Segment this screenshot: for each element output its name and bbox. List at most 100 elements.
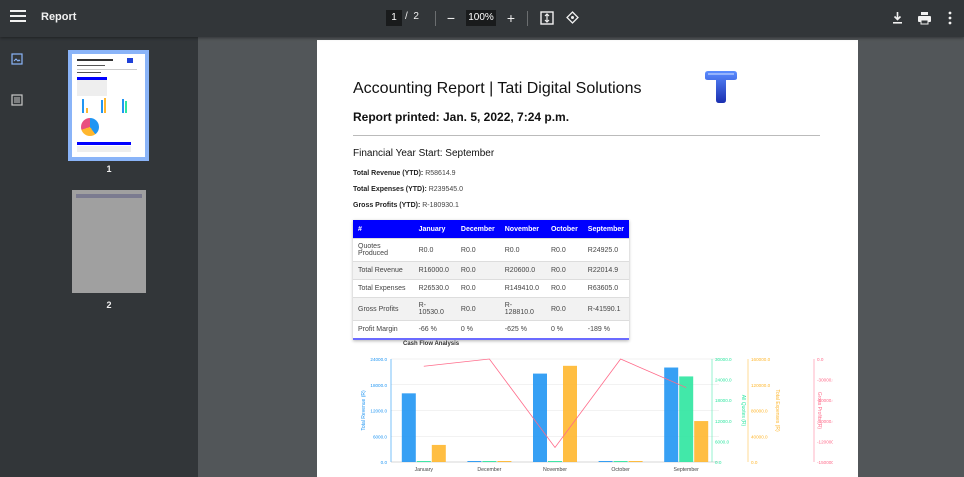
fit-page-icon[interactable] — [540, 11, 554, 25]
table-cell: R0.0 — [455, 279, 500, 298]
bar — [533, 373, 547, 462]
toolbar-divider — [527, 11, 528, 26]
total-revenue-summary: Total Revenue (YTD): R58614.9 — [353, 170, 456, 177]
page-thumbnail-1[interactable] — [68, 50, 149, 161]
report-printed-date: Report printed: Jan. 5, 2022, 7:24 p.m. — [353, 110, 570, 124]
x-tick-label: October — [611, 467, 630, 473]
column-header: October — [545, 220, 583, 239]
menu-icon[interactable] — [10, 10, 26, 26]
table-cell: R24925.0 — [582, 238, 629, 262]
bar — [628, 461, 643, 462]
bar — [694, 421, 709, 462]
x-tick-label: September — [674, 467, 700, 473]
table-cell: R0.0 — [455, 297, 500, 321]
more-options-icon[interactable] — [947, 11, 953, 25]
table-cell: R0.0 — [455, 238, 500, 262]
table-cell: R-10530.0 — [413, 297, 456, 321]
axis-title: Total Revenue (R) — [361, 390, 367, 431]
pdf-toolbar: Report 1 / 2 − 100% + — [0, 0, 964, 37]
axis-tick-label: 160000.0 — [751, 357, 771, 362]
thumbnail-page-preview — [76, 194, 142, 198]
zoom-in-button[interactable]: + — [503, 10, 519, 26]
company-logo — [705, 71, 737, 103]
table-cell: R0.0 — [413, 238, 456, 262]
axis-tick-label: 6000.0 — [715, 439, 729, 444]
axis-tick-label: 0.0 — [817, 357, 824, 362]
bar — [467, 461, 482, 462]
axis-title: Total Expenses (R) — [774, 389, 780, 432]
bar — [563, 365, 577, 462]
thumbnail-label: 1 — [106, 164, 112, 174]
page-number-input[interactable]: 1 — [386, 10, 402, 26]
cash-flow-chart: Cash Flow Analysis 24000.0 18000.0 12000.0 6… — [361, 341, 833, 473]
divider — [353, 135, 820, 136]
total-expenses-summary: Total Expenses (YTD): R239545.0 — [353, 186, 463, 193]
series-line — [423, 358, 687, 449]
axis-tick-label: 6000.0 — [373, 434, 387, 439]
bar — [431, 444, 446, 462]
bar — [598, 461, 613, 462]
document-title: Report — [41, 11, 77, 23]
outline-view-icon[interactable] — [11, 94, 23, 106]
bar — [613, 461, 628, 462]
table-cell: R149410.0 — [499, 279, 546, 298]
axis-tick-label: 24000.0 — [370, 357, 387, 362]
table-cell: Total Expenses — [353, 279, 414, 298]
table-cell: Gross Profits — [353, 297, 414, 321]
axis-title: Gross Profits (R) — [816, 392, 822, 430]
axis-tick-label: 18000.0 — [370, 383, 387, 388]
axis-tick-label: -120000.0 — [817, 439, 833, 444]
chart-title: Cash Flow Analysis — [403, 341, 460, 347]
axis-tick-label: 24000.0 — [715, 378, 732, 383]
toolbar-divider — [435, 11, 436, 26]
financial-year-heading: Financial Year Start: September — [353, 148, 495, 159]
table-cell: R-41590.1 — [582, 297, 629, 321]
axis-tick-label: 0.0 — [381, 460, 388, 465]
pdf-page: Accounting Report | Tati Digital Solutio… — [317, 40, 858, 477]
table-cell: R20600.0 — [499, 261, 546, 280]
thumbnail-label: 2 — [106, 300, 112, 310]
axis-tick-label: 40000.0 — [751, 434, 768, 439]
table-row: Gross Profits R-10530.0 R0.0 R-128810.0 R0.0… — [353, 297, 629, 321]
table-cell: Quotes Produced — [353, 238, 414, 262]
zoom-level-input[interactable]: 100% — [466, 10, 496, 26]
column-header: December — [455, 220, 500, 239]
gross-profits-summary: Gross Profits (YTD): R-180930.1 — [353, 202, 459, 209]
axis-tick-label: 0.0 — [715, 460, 722, 465]
axis-tick-label: 0.0 — [751, 460, 758, 465]
bar — [679, 376, 694, 462]
column-header: January — [413, 220, 456, 239]
x-tick-label: November — [543, 467, 567, 473]
table-row: Total Revenue R16000.0 R0.0 R20600.0 R0.0 R22… — [353, 261, 629, 280]
table-row: Quotes Produced R0.0 R0.0 R0.0 R0.0 R24925.0 — [353, 238, 629, 262]
thumbnail-view-icon[interactable] — [11, 53, 23, 65]
table-cell: R16000.0 — [413, 261, 456, 280]
table-cell: R0.0 — [545, 297, 583, 321]
download-icon[interactable] — [891, 11, 904, 25]
financial-table: # January December November October Sept… — [353, 220, 629, 340]
table-row: Total Expenses R26530.0 R0.0 R149410.0 R0.0 R… — [353, 279, 629, 298]
axis-tick-label: 12000.0 — [715, 419, 732, 424]
bar — [416, 461, 431, 462]
axis-tick-label: 30000.0 — [715, 357, 732, 362]
bar — [497, 461, 512, 462]
page-count: / 2 — [405, 11, 419, 22]
bar — [664, 367, 679, 462]
axis-tick-label: -30000.0 — [817, 378, 833, 383]
thumbnail-page-preview — [72, 54, 145, 157]
axis-title: All Quotes (R) — [740, 395, 746, 427]
zoom-out-button[interactable]: − — [443, 10, 459, 26]
x-tick-label: January — [415, 467, 434, 473]
axis-tick-label: -150000.0 — [817, 460, 833, 465]
table-cell: R-128810.0 — [499, 297, 546, 321]
page-thumbnail-2[interactable] — [72, 190, 146, 293]
bar — [401, 393, 416, 462]
column-header: November — [499, 220, 546, 239]
print-icon[interactable] — [917, 11, 932, 25]
table-cell: Total Revenue — [353, 261, 414, 280]
axis-tick-label: 12000.0 — [370, 409, 387, 414]
rotate-icon[interactable] — [565, 10, 580, 25]
table-cell: R0.0 — [455, 261, 500, 280]
column-header: September — [582, 220, 629, 239]
bar — [482, 461, 497, 462]
